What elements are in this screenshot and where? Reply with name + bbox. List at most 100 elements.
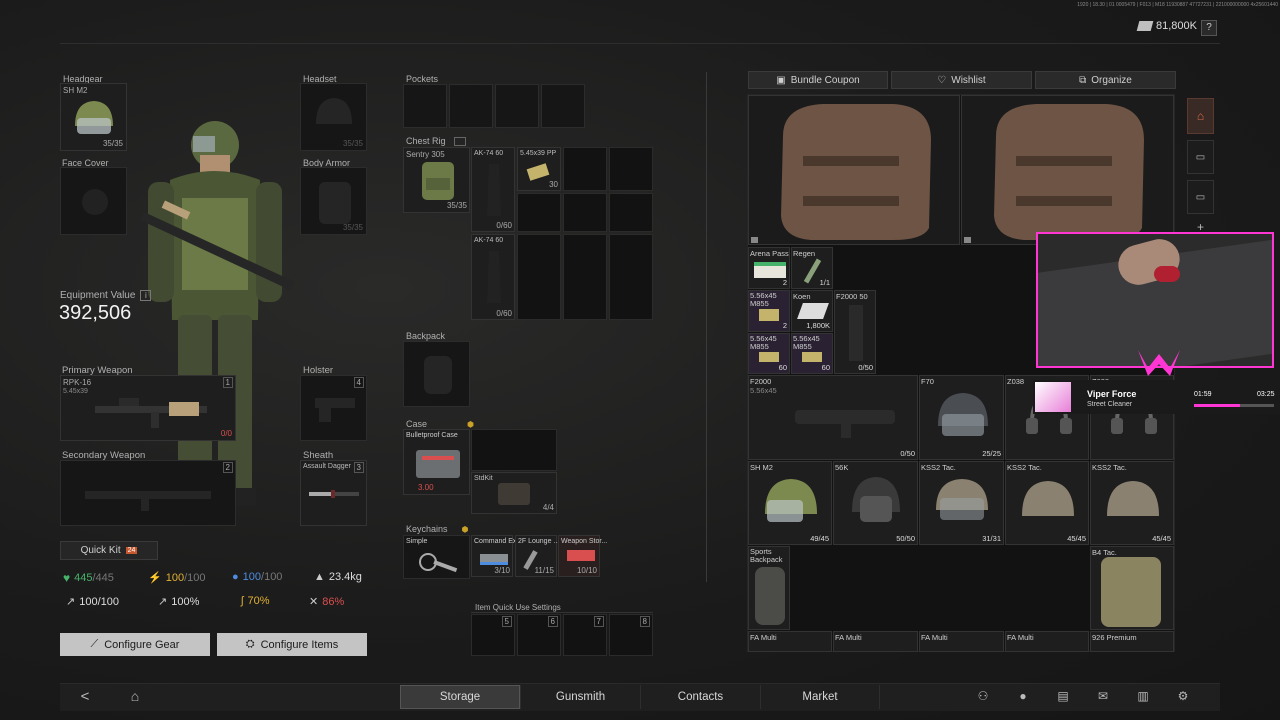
equipment-info-icon[interactable]: i — [140, 290, 152, 301]
pockets-label: Pockets — [406, 74, 439, 84]
56k-helmet-item[interactable]: 56K 50/50 — [833, 461, 918, 545]
squad-button[interactable]: ⚇ — [975, 688, 991, 704]
fa-multi-item-1[interactable]: FA Multi — [748, 631, 832, 652]
tab-storage[interactable]: Storage — [400, 685, 520, 709]
pocket-slot-2[interactable] — [449, 84, 493, 128]
shm2-helmet-item[interactable]: SH M2 49/45 — [748, 461, 832, 545]
regen-item[interactable]: Regen 1/1 — [791, 247, 833, 289]
chest-rig-slot[interactable]: Sentry 305 35/35 — [403, 147, 470, 213]
help-button[interactable]: ? — [1201, 20, 1217, 36]
document-icon: ▥ — [1137, 689, 1149, 703]
fa-multi-item-4[interactable]: FA Multi — [1005, 631, 1089, 652]
holster-slot[interactable]: 4 — [300, 375, 367, 441]
ammo-box-icon — [802, 352, 822, 362]
profile-button[interactable]: ● — [1015, 688, 1031, 704]
case-slot[interactable]: Bulletproof Case 3.00 — [403, 429, 470, 495]
f2000-mag-item[interactable]: F2000 50 0/50 — [834, 290, 876, 374]
fa-multi-item-3[interactable]: FA Multi — [919, 631, 1004, 652]
sports-backpack-item[interactable]: Sports Backpack — [748, 546, 790, 630]
storage-tab-home[interactable]: ⌂ — [1187, 98, 1214, 134]
key-3-slot[interactable]: Weapon Stor... 10/10 — [558, 535, 607, 577]
body-armor-slot[interactable]: 35/35 — [300, 167, 367, 235]
keychains-label: Keychains ⬢ — [406, 524, 469, 534]
key-2-slot[interactable]: 2F Lounge ... 11/15 — [515, 535, 559, 577]
rig-slot-empty-5[interactable] — [609, 193, 653, 232]
926-premium-item[interactable]: 926 Premium — [1090, 631, 1174, 652]
configure-gear-button[interactable]: ⟋ Configure Gear — [60, 633, 210, 656]
b4-tac-backpack-item[interactable]: B4 Tac. — [1090, 546, 1174, 630]
bundle-coupon-button[interactable]: ▣ Bundle Coupon — [748, 71, 888, 89]
basket-icon[interactable] — [453, 136, 466, 146]
pocket-slot-1[interactable] — [403, 84, 447, 128]
arena-pass-item[interactable]: Arena Pass 2 — [748, 247, 790, 289]
pocket-slot-3[interactable] — [495, 84, 539, 128]
tab-contacts[interactable]: Contacts — [640, 685, 760, 709]
quick-kit-button[interactable]: Quick Kit 24 — [60, 541, 158, 560]
back-button[interactable]: < — [77, 688, 93, 705]
face-cover-slot[interactable] — [60, 167, 127, 235]
quick-use-slot-7[interactable]: 7 — [563, 614, 607, 656]
quick-use-slot-6[interactable]: 6 — [517, 614, 561, 656]
quick-use-slot-5[interactable]: 5 — [471, 614, 515, 656]
rig-slot-empty-2[interactable] — [609, 147, 653, 191]
rig-slot-empty-8[interactable] — [609, 234, 653, 320]
items-icon: ⛭ — [245, 638, 255, 650]
rig-ammo-slot[interactable]: 5.45x39 PP 30 — [517, 147, 561, 191]
storage-tab-2[interactable]: ▭ — [1187, 140, 1214, 174]
headset-slot[interactable]: 35/35 — [300, 83, 367, 151]
f70-helmet-item[interactable]: F70 25/25 — [919, 375, 1004, 460]
quick-use-slot-8[interactable]: 8 — [609, 614, 653, 656]
rig-mag-slot-2[interactable]: AK-74 60 0/60 — [471, 234, 515, 320]
secondary-weapon-slot[interactable]: 2 — [60, 460, 236, 526]
settings-button[interactable]: ⚙ — [1175, 688, 1191, 704]
kss2-helmet-item-2[interactable]: KSS2 Tac. 45/45 — [1005, 461, 1089, 545]
f2000-rifle-item[interactable]: F2000 5.56x45 0/50 — [748, 375, 918, 460]
stamina-stat: ↗ 100/100 — [66, 595, 119, 609]
koen-item[interactable]: Koen 1,800K — [791, 290, 833, 332]
keychain-slot[interactable]: Simple — [403, 535, 470, 579]
kss2-helmet-item-1[interactable]: KSS2 Tac. 31/31 — [919, 461, 1004, 545]
headgear-slot[interactable]: SH M2 35/35 — [60, 83, 127, 151]
rig-slot-empty-4[interactable] — [563, 193, 607, 232]
fa-multi-item-2[interactable]: FA Multi — [833, 631, 918, 652]
ammo-item-3[interactable]: 5.56x45 M855 60 — [791, 333, 833, 374]
backpack-slot[interactable] — [403, 341, 470, 407]
layers-icon: ⧉ — [1079, 74, 1087, 86]
storage-bag-2[interactable] — [961, 95, 1174, 245]
home-button[interactable]: ⌂ — [127, 688, 143, 704]
backpack-label: Backpack — [406, 331, 446, 341]
primary-mag-count: 0/0 — [220, 429, 232, 438]
tab-gunsmith[interactable]: Gunsmith — [520, 685, 640, 709]
magazine-icon — [849, 305, 863, 361]
mail-button[interactable]: ✉ — [1095, 688, 1111, 704]
stdkit-slot[interactable]: StdKit 4/4 — [471, 472, 557, 514]
configure-items-button[interactable]: ⛭ Configure Items — [217, 633, 367, 656]
rig-slot-empty-3[interactable] — [517, 193, 561, 232]
rig-mag-slot-1[interactable]: AK-74 60 0/60 — [471, 147, 515, 232]
primary-weapon-slot[interactable]: RPK-16 5.45x39 1 0/0 — [60, 375, 236, 441]
case-inner-slot-1[interactable] — [471, 429, 557, 471]
wishlist-button[interactable]: ♡ Wishlist — [891, 71, 1032, 89]
tab-market[interactable]: Market — [760, 685, 880, 709]
energy-stat: ⚡ 100/100 — [148, 571, 206, 585]
pocket-slot-4[interactable] — [541, 84, 585, 128]
chat-button[interactable]: ▤ — [1055, 688, 1071, 704]
song-progress-fill — [1194, 404, 1241, 407]
ammo-item-2[interactable]: 5.56x45 M855 60 — [748, 333, 790, 374]
ammo-item-1[interactable]: 5.56x45 M855 2 — [748, 290, 790, 332]
penalty-icon: ✕ — [309, 596, 319, 608]
key-1-slot[interactable]: Command Exit... 3/10 — [471, 535, 526, 577]
storage-tab-3[interactable]: ▭ — [1187, 180, 1214, 214]
sheath-slot[interactable]: Assault Dagger 3 — [300, 460, 367, 526]
rig-slot-empty-7[interactable] — [563, 234, 607, 320]
health-stat: ♥ 445/445 — [63, 571, 114, 585]
organize-button[interactable]: ⧉ Organize — [1035, 71, 1176, 89]
tasks-button[interactable]: ▥ — [1135, 688, 1151, 704]
key-card-icon — [480, 554, 508, 565]
song-artist: Street Cleaner — [1087, 401, 1133, 408]
rig-slot-empty-6[interactable] — [517, 234, 561, 320]
rig-slot-empty-1[interactable] — [563, 147, 607, 191]
storage-bag-1[interactable] — [748, 95, 960, 245]
kss2-helmet-item-3[interactable]: KSS2 Tac. 45/45 — [1090, 461, 1174, 545]
chest-icon: ▭ — [1195, 151, 1206, 163]
